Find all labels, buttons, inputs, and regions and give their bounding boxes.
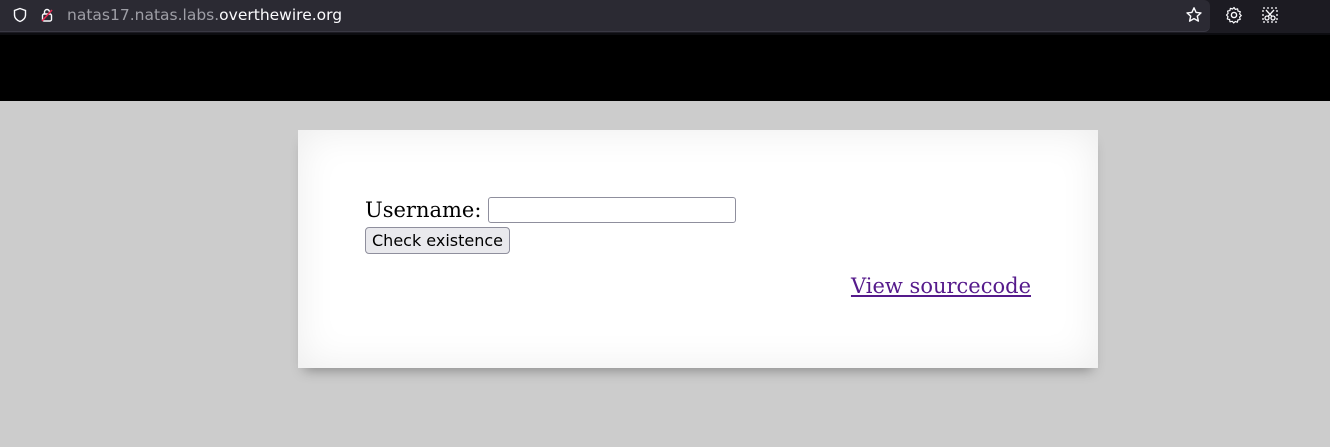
screenshot-icon[interactable] [1260, 5, 1280, 25]
url-text[interactable]: natas17.natas.labs.overthewire.org [67, 6, 342, 24]
view-sourcecode-link[interactable]: View sourcecode [851, 274, 1031, 298]
star-icon[interactable] [1184, 5, 1204, 25]
check-existence-button[interactable]: Check existence [365, 227, 511, 254]
gear-icon[interactable] [1224, 5, 1244, 25]
shield-icon[interactable] [10, 5, 30, 25]
content-panel: Username: Check existence View sourcecod… [298, 130, 1098, 368]
username-row: Username: [365, 197, 737, 223]
lock-icon[interactable] [37, 5, 57, 25]
address-bar[interactable]: natas17.natas.labs.overthewire.org [0, 0, 1210, 32]
url-subdomain: natas17.natas.labs. [67, 6, 220, 24]
site-header [0, 35, 1330, 101]
browser-toolbar: natas17.natas.labs.overthewire.org [0, 0, 1330, 33]
username-input[interactable] [488, 197, 737, 223]
url-domain: overthewire.org [219, 6, 343, 24]
username-label: Username: [365, 198, 482, 222]
